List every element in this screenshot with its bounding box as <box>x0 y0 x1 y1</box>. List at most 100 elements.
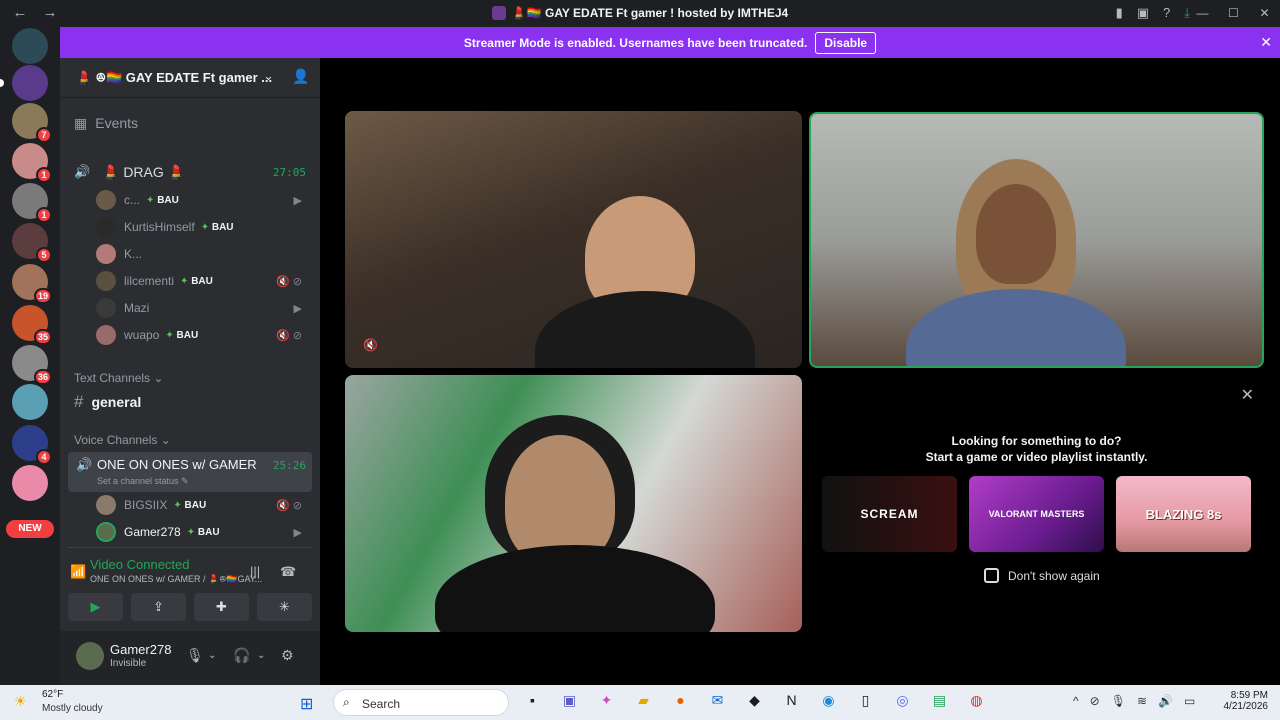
member-name: KurtisHimself <box>124 220 195 234</box>
voice-member[interactable]: Mazi ▶ <box>96 296 310 320</box>
minimize-button[interactable]: — <box>1187 0 1218 27</box>
chevron-up-icon[interactable]: ^ <box>1073 694 1079 708</box>
channel-general[interactable]: # general <box>74 393 141 410</box>
activity-card-blazing-8s[interactable]: BLAZING 8s <box>1116 476 1251 552</box>
avatar[interactable] <box>76 642 104 670</box>
disable-button[interactable]: Disable <box>815 31 877 54</box>
headphones-icon[interactable]: 🎧 <box>233 647 250 664</box>
banner-text: Streamer Mode is enabled. Usernames have… <box>463 35 808 50</box>
mention-badge: 36 <box>33 369 52 385</box>
server-icon[interactable] <box>12 28 48 64</box>
server-icon[interactable]: 35 <box>12 305 52 345</box>
activities-button[interactable]: ✚ <box>194 593 249 621</box>
notepad-icon[interactable]: ▯ <box>855 692 876 709</box>
server-icon[interactable]: 36 <box>12 345 52 385</box>
voice-member[interactable]: c... BAU ▶ <box>96 188 310 212</box>
maximize-button[interactable]: ☐ <box>1218 0 1249 27</box>
notion-icon[interactable]: N <box>781 692 802 709</box>
video-tile[interactable] <box>345 375 802 632</box>
streamer-mode-banner: Streamer Mode is enabled. Usernames have… <box>60 27 1280 58</box>
screen-share-button[interactable]: ⇪ <box>131 593 186 621</box>
bookmark-icon[interactable]: ▮ <box>1116 5 1123 21</box>
server-icon[interactable] <box>12 384 48 420</box>
inbox-icon[interactable]: ▣ <box>1137 5 1149 21</box>
voice-member[interactable]: BIGSIIX BAU 🔇 ⊘ <box>96 493 310 517</box>
teams-icon[interactable]: ▣ <box>559 692 580 709</box>
server-icon[interactable]: 7 <box>12 103 52 143</box>
server-icon[interactable]: 5 <box>12 223 52 263</box>
terminal-icon[interactable]: ▤ <box>929 692 950 709</box>
voice-channels-header[interactable]: Voice Channels ⌄ <box>74 433 171 447</box>
chrome-icon[interactable]: ◍ <box>966 692 987 709</box>
close-icon[interactable]: ✕ <box>1260 34 1272 51</box>
server-header[interactable]: 💄 ꔮ🏳️‍🌈 GAY EDATE Ft gamer ... ⌄ 👤 <box>60 58 320 98</box>
member-name: BIGSIIX <box>124 498 168 512</box>
server-icon <box>491 6 506 20</box>
chevron-down-icon[interactable]: ⌄ <box>208 650 216 661</box>
checkbox[interactable] <box>984 568 999 583</box>
voice-member[interactable]: Gamer278 BAU ▶ <box>96 520 310 544</box>
window-controls: — ☐ ✕ <box>1187 0 1280 27</box>
dropbox-icon[interactable]: ◆ <box>744 692 765 709</box>
microphone-icon[interactable]: 🎙 <box>186 647 204 664</box>
server-icon[interactable]: 1 <box>12 183 52 223</box>
activity-card-valorant[interactable]: VALORANT MASTERS <box>969 476 1104 552</box>
activity-card-scream[interactable]: SCREAM <box>822 476 957 552</box>
server-name: 💄 ꔮ🏳️‍🌈 GAY EDATE Ft gamer ... <box>76 70 273 85</box>
network-off-icon[interactable]: ⊘ <box>1090 694 1100 708</box>
copilot-icon[interactable]: ✦ <box>596 692 617 709</box>
chevron-down-icon[interactable]: ⌄ <box>263 68 274 84</box>
invite-icon[interactable]: 👤 <box>292 68 309 85</box>
speaker-icon: 🔊 <box>76 457 93 472</box>
text-channels-header[interactable]: Text Channels ⌄ <box>74 371 163 385</box>
battery-icon[interactable]: ▭ <box>1184 694 1195 708</box>
camera-button[interactable]: ▶ <box>68 593 123 621</box>
disconnect-icon[interactable]: ☎ <box>280 564 296 580</box>
window-title: 💄🏳️‍🌈 GAY EDATE Ft gamer ! hosted by IMT… <box>0 6 1280 20</box>
taskbar-clock[interactable]: 8:59 PM 4/21/2026 <box>1224 690 1269 712</box>
soundboard-button[interactable]: ✳ <box>257 593 312 621</box>
folder-icon[interactable]: ▰ <box>633 692 654 709</box>
dont-show-again[interactable]: Don't show again <box>984 568 1100 583</box>
username[interactable]: Gamer278 <box>110 642 171 657</box>
windows-start-icon[interactable]: ⊞ <box>300 694 313 714</box>
voice-member[interactable]: K... <box>96 242 310 266</box>
wifi-icon[interactable]: ≋ <box>1137 694 1147 708</box>
discord-icon[interactable]: ◎ <box>892 692 913 709</box>
microphone-icon[interactable]: 🎙 <box>1111 694 1126 708</box>
voice-status-subtitle[interactable]: ONE ON ONES w/ GAMER / 💄ꔮ🏳️‍🌈GAY... <box>90 574 262 585</box>
voice-member[interactable]: wuapo BAU 🔇 ⊘ <box>96 323 310 347</box>
volume-icon[interactable]: 🔊 <box>1158 694 1173 708</box>
voice-member[interactable]: KurtisHimself BAU <box>96 215 310 239</box>
noise-suppression-icon[interactable]: ||| <box>250 564 260 579</box>
voice-status-title[interactable]: Video Connected <box>90 557 190 572</box>
help-icon[interactable]: ? <box>1163 5 1170 21</box>
server-icon[interactable] <box>12 465 48 501</box>
close-button[interactable]: ✕ <box>1249 0 1280 27</box>
voice-channel-drag[interactable]: 🔊 💄 DRAG 💄 27:05 <box>68 158 312 186</box>
chevron-down-icon[interactable]: ⌄ <box>257 650 265 661</box>
voice-member[interactable]: lilcementi BAU 🔇 ⊘ <box>96 269 310 293</box>
server-icon[interactable]: 4 <box>12 425 52 465</box>
member-name: Gamer278 <box>124 525 181 539</box>
channel-status[interactable]: Set a channel status ✎ <box>97 476 189 487</box>
new-badge[interactable]: NEW <box>6 520 54 538</box>
server-icon[interactable] <box>0 65 48 101</box>
edge-icon[interactable]: ◉ <box>818 692 839 709</box>
cloud-sun-icon: ☀ <box>14 693 27 709</box>
voice-channel-active[interactable]: 🔊 ONE ON ONES w/ GAMER Set a channel sta… <box>68 452 312 492</box>
member-tag: BAU <box>180 276 213 287</box>
server-icon[interactable]: 19 <box>12 264 52 304</box>
file-explorer-icon[interactable]: ▪ <box>522 692 543 709</box>
firefox-icon[interactable]: ● <box>670 692 691 709</box>
mail-icon[interactable]: ✉ <box>707 692 728 709</box>
close-icon[interactable]: ✕ <box>1241 385 1254 405</box>
video-tile-speaking[interactable] <box>809 112 1264 368</box>
server-icon[interactable]: 1 <box>12 143 52 183</box>
events-item[interactable]: ▦ Events <box>74 115 138 132</box>
avatar <box>96 244 116 264</box>
signal-icon[interactable]: 📶 <box>70 564 86 580</box>
taskbar-search[interactable]: ⌕ Search <box>333 689 509 716</box>
video-tile[interactable]: 🔇 <box>345 111 802 368</box>
gear-icon[interactable]: ⚙ <box>281 647 294 664</box>
